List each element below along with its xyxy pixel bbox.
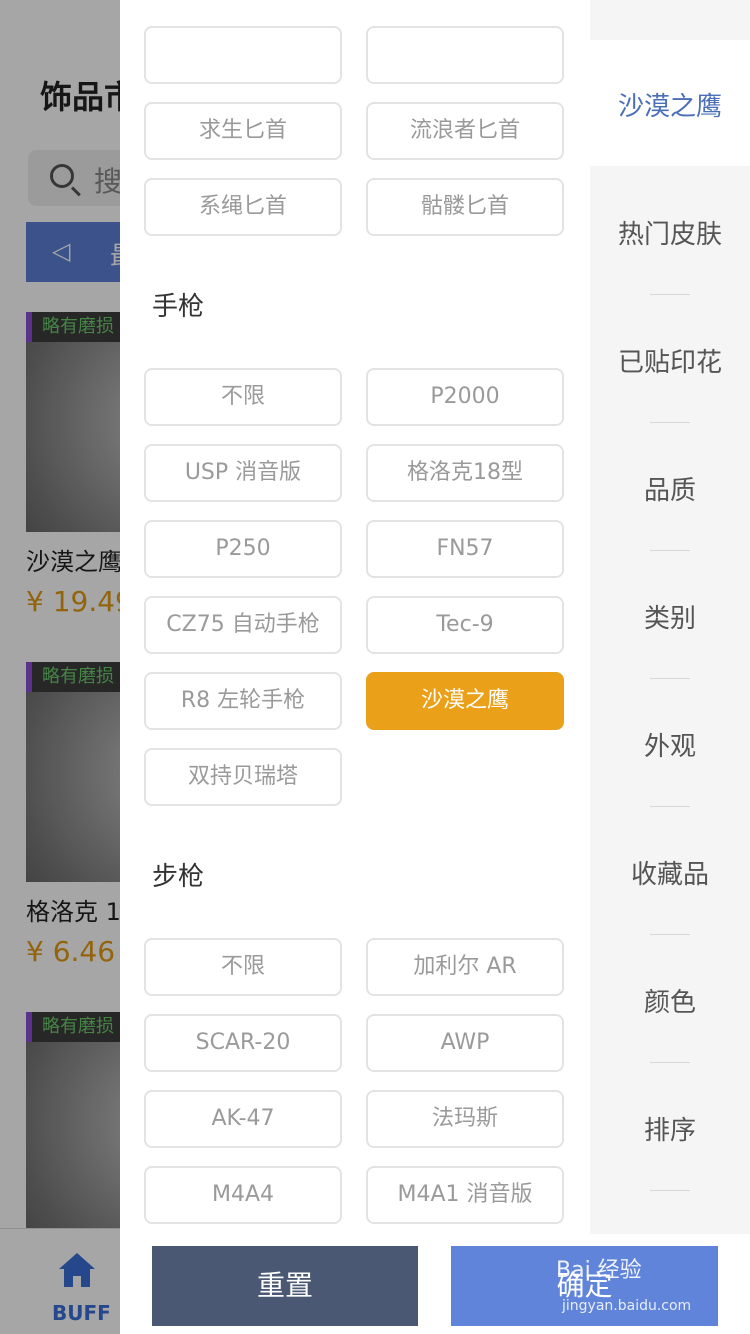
filter-option[interactable]: 不限 xyxy=(144,938,342,996)
filter-option[interactable] xyxy=(366,26,564,84)
section-title-rifle: 步枪 xyxy=(152,862,205,892)
category-divider xyxy=(650,294,690,295)
category-sidebar: 沙漠之鹰 热门皮肤 已贴印花 品质 类别 外观 收藏品 颜色 排序 xyxy=(590,0,750,1234)
section-title-pistol: 手枪 xyxy=(152,292,205,322)
filter-option[interactable]: CZ75 自动手枪 xyxy=(144,596,342,654)
category-item-hot-skins[interactable]: 热门皮肤 xyxy=(590,214,750,251)
category-divider xyxy=(650,1190,690,1191)
filter-option-selected[interactable]: 沙漠之鹰 xyxy=(366,672,564,730)
category-divider xyxy=(650,1062,690,1063)
filter-option[interactable]: R8 左轮手枪 xyxy=(144,672,342,730)
filter-option[interactable]: 加利尔 AR xyxy=(366,938,564,996)
category-item-type[interactable]: 类别 xyxy=(590,598,750,635)
filter-option[interactable]: FN57 xyxy=(366,520,564,578)
filter-option[interactable] xyxy=(144,26,342,84)
filter-option[interactable]: 格洛克18型 xyxy=(366,444,564,502)
filter-option[interactable]: 流浪者匕首 xyxy=(366,102,564,160)
filter-option[interactable]: 法玛斯 xyxy=(366,1090,564,1148)
watermark-url: jingyan.baidu.com xyxy=(562,1298,692,1314)
filter-option[interactable]: P250 xyxy=(144,520,342,578)
category-item-color[interactable]: 颜色 xyxy=(590,982,750,1019)
category-divider xyxy=(650,934,690,935)
category-item-quality[interactable]: 品质 xyxy=(590,470,750,507)
category-item-collection[interactable]: 收藏品 xyxy=(590,854,750,891)
watermark-logo: Bai 经验 xyxy=(556,1258,642,1283)
filter-option[interactable]: SCAR-20 xyxy=(144,1014,342,1072)
filter-option[interactable]: M4A4 xyxy=(144,1166,342,1224)
category-item-sort[interactable]: 排序 xyxy=(590,1110,750,1147)
filter-option[interactable]: 骷髅匕首 xyxy=(366,178,564,236)
reset-button[interactable]: 重置 xyxy=(152,1246,418,1326)
category-divider xyxy=(650,678,690,679)
filter-option[interactable]: 不限 xyxy=(144,368,342,426)
filter-option[interactable]: P2000 xyxy=(366,368,564,426)
filter-drawer: 求生匕首 流浪者匕首 系绳匕首 骷髅匕首 手枪 不限 P2000 USP 消音版… xyxy=(120,0,750,1334)
filter-options-panel[interactable]: 求生匕首 流浪者匕首 系绳匕首 骷髅匕首 手枪 不限 P2000 USP 消音版… xyxy=(120,0,590,1234)
filter-option[interactable]: 系绳匕首 xyxy=(144,178,342,236)
category-sidebar-top xyxy=(590,0,750,40)
category-divider xyxy=(650,806,690,807)
filter-option[interactable]: AWP xyxy=(366,1014,564,1072)
category-divider xyxy=(650,550,690,551)
category-item-stickers[interactable]: 已贴印花 xyxy=(590,342,750,379)
filter-option[interactable]: AK-47 xyxy=(144,1090,342,1148)
filter-option[interactable]: 双持贝瑞塔 xyxy=(144,748,342,806)
filter-option[interactable]: M4A1 消音版 xyxy=(366,1166,564,1224)
filter-option[interactable]: 求生匕首 xyxy=(144,102,342,160)
category-divider xyxy=(650,422,690,423)
filter-option[interactable]: USP 消音版 xyxy=(144,444,342,502)
category-item-exterior[interactable]: 外观 xyxy=(590,726,750,763)
filter-footer: 重置 确定 xyxy=(120,1234,750,1334)
category-item-weapon[interactable]: 沙漠之鹰 xyxy=(590,86,750,123)
filter-option[interactable]: Tec-9 xyxy=(366,596,564,654)
